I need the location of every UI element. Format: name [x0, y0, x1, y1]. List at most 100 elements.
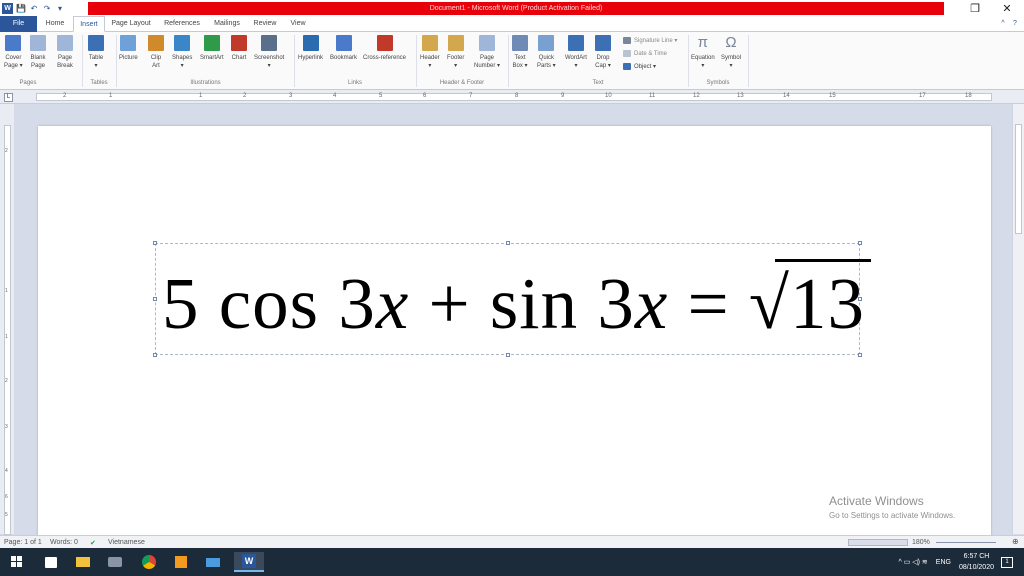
table-button[interactable]: Table ▾	[88, 35, 104, 70]
language[interactable]: Vietnamese	[108, 539, 145, 546]
wordart-button[interactable]: WordArt ▾	[565, 35, 587, 70]
tray-icons[interactable]: ^ ▭ ◁) ≋	[898, 558, 927, 566]
page-number-button[interactable]: Page Number ▾	[474, 35, 500, 70]
symbol-button[interactable]: Ω Symbol ▾	[721, 35, 741, 70]
date-time-button[interactable]: Date & Time	[623, 50, 667, 57]
restore-button[interactable]: ❐	[960, 0, 990, 16]
tab-references[interactable]: References	[159, 16, 205, 32]
drop-cap-button[interactable]: Drop Cap ▾	[595, 35, 611, 70]
notification-center-icon[interactable]: 1	[996, 552, 1018, 572]
media-player-taskbar-icon[interactable]	[170, 552, 192, 572]
scrollbar-thumb[interactable]	[1015, 124, 1022, 234]
ribbon-divider	[688, 35, 689, 87]
view-buttons[interactable]	[848, 539, 908, 546]
file-explorer-taskbar-icon[interactable]	[72, 552, 94, 572]
vertical-scrollbar[interactable]	[1012, 104, 1024, 534]
tab-mailings[interactable]: Mailings	[208, 16, 246, 32]
save-icon[interactable]: 💾	[16, 3, 26, 13]
eq-equals: =	[687, 263, 730, 344]
eq-arg1: 3	[338, 263, 376, 344]
ribbon-divider	[116, 35, 117, 87]
ruler-number: 10	[605, 93, 612, 99]
help-icon[interactable]: ?	[1010, 16, 1020, 32]
tab-home[interactable]: Home	[40, 16, 70, 32]
bookmark-icon	[335, 35, 352, 51]
ribbon-divider	[294, 35, 295, 87]
cross-reference-button[interactable]: Cross-reference	[363, 35, 406, 62]
header-button[interactable]: Header ▾	[420, 35, 440, 70]
word-taskbar-icon[interactable]: W	[234, 552, 264, 572]
group-header-footer: Header & Footer	[439, 80, 485, 86]
tab-file[interactable]: File	[0, 16, 37, 32]
mail-taskbar-icon[interactable]	[202, 552, 224, 572]
tab-page-layout[interactable]: Page Layout	[108, 16, 154, 32]
cover-page-button[interactable]: Cover Page ▾	[4, 35, 23, 70]
vruler-number: 5	[5, 512, 8, 518]
equation-button[interactable]: π Equation ▾	[691, 35, 715, 70]
zoom-in-icon[interactable]: ⊕	[1012, 537, 1019, 546]
ribbon-button-label: Page Number ▾	[474, 55, 501, 69]
clock[interactable]: 6:57 CH 08/10/2020	[959, 551, 994, 573]
close-button[interactable]: ✕	[992, 0, 1022, 16]
title-bar: W 💾 ↶ ↷ ▾ Document1 - Microsoft Word (Pr…	[0, 0, 1024, 16]
zoom-level[interactable]: 180%	[912, 539, 930, 546]
resize-handle[interactable]	[858, 241, 862, 245]
text-box-button[interactable]: Text Box ▾	[512, 35, 528, 70]
tab-insert[interactable]: Insert	[73, 16, 105, 32]
smartart-button[interactable]: SmartArt	[200, 35, 224, 62]
ribbon-button-label: SmartArt	[200, 55, 224, 61]
word-logo-icon[interactable]: W	[2, 2, 13, 14]
taskbar: W ^ ▭ ◁) ≋ ENG 6:57 CH 08/10/2020 1	[0, 548, 1024, 576]
input-language[interactable]: ENG	[936, 559, 951, 566]
chrome-taskbar-icon[interactable]	[138, 552, 160, 572]
resize-handle[interactable]	[153, 241, 157, 245]
word-count[interactable]: Words: 0	[50, 539, 78, 546]
object-icon	[623, 63, 631, 70]
ribbon-button-label: Shapes ▾	[172, 55, 193, 69]
zoom-slider[interactable]	[936, 542, 996, 543]
eq-sqrt: √ 13	[749, 259, 871, 346]
resize-handle[interactable]	[858, 353, 862, 357]
chart-button[interactable]: Chart	[231, 35, 247, 62]
minimize-ribbon-icon[interactable]: ^	[998, 16, 1008, 32]
screenshot-icon	[261, 35, 278, 51]
page-break-button[interactable]: Page Break	[57, 35, 73, 70]
signature-line-button[interactable]: Signature Line ▾	[623, 37, 677, 44]
ribbon-divider	[748, 35, 749, 87]
resize-handle[interactable]	[153, 297, 157, 301]
equation[interactable]: 5 cos 3x + sin 3x = √ 13	[162, 259, 871, 346]
tab-view[interactable]: View	[284, 16, 312, 32]
quick-parts-button[interactable]: Quick Parts ▾	[537, 35, 556, 70]
footer-button[interactable]: Footer ▾	[447, 35, 464, 70]
page-count[interactable]: Page: 1 of 1	[4, 539, 42, 546]
bookmark-button[interactable]: Bookmark	[330, 35, 357, 62]
resize-handle[interactable]	[506, 241, 510, 245]
activate-title: Activate Windows	[829, 494, 924, 508]
ruler-number: 13	[737, 93, 744, 99]
header-icon	[421, 35, 438, 51]
resize-handle[interactable]	[506, 353, 510, 357]
start-button[interactable]	[6, 552, 28, 572]
redo-icon[interactable]: ↷	[42, 3, 52, 13]
screenshot-button[interactable]: Screenshot ▾	[254, 35, 284, 70]
hyperlink-button[interactable]: Hyperlink	[298, 35, 323, 62]
tab-review[interactable]: Review	[250, 16, 280, 32]
resize-handle[interactable]	[153, 353, 157, 357]
eq-sin: sin	[489, 263, 579, 344]
camera-taskbar-icon[interactable]	[104, 552, 126, 572]
blank-page-button[interactable]: Blank Page	[30, 35, 46, 70]
clip-art-button[interactable]: Clip Art	[148, 35, 164, 70]
group-text: Text	[592, 80, 604, 86]
tab-selector[interactable]: L	[4, 93, 13, 102]
picture-button[interactable]: Picture	[119, 35, 138, 62]
ruler-number: 17	[919, 93, 926, 99]
object-button[interactable]: Object ▾	[623, 63, 656, 70]
customize-qat-icon[interactable]: ▾	[55, 3, 65, 13]
store-taskbar-icon[interactable]	[40, 552, 62, 572]
proofing-icon[interactable]: ✔	[90, 539, 96, 547]
picture-icon	[120, 35, 137, 51]
undo-icon[interactable]: ↶	[29, 3, 39, 13]
ruler-scale: 2 1 1 2 3 4 5 6 7 8 9 10 11 12 13 14 15 17 18	[36, 93, 992, 101]
shapes-button[interactable]: Shapes ▾	[172, 35, 192, 70]
hyperlink-icon	[302, 35, 319, 51]
